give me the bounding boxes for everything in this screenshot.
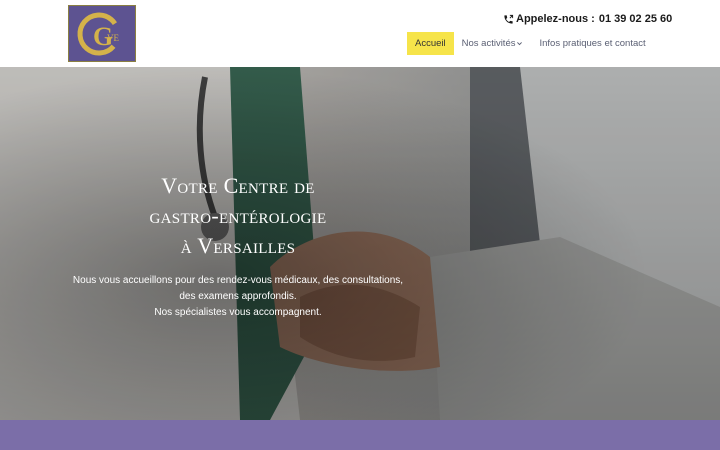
hero-title-line: gastro-entérologie [149,203,327,228]
hero-text-line: Nos spécialistes vous accompagnent. [154,307,322,318]
site-header: G VE Appelez-nous : 01 39 02 25 60 Accue… [0,0,720,67]
main-nav: Accueil Nos activités Infos pratiques et… [407,32,654,55]
hero-text-line: des examens approfondis. [179,291,297,302]
nav-item-label: Accueil [415,38,446,49]
nav-item-infos[interactable]: Infos pratiques et contact [531,32,653,55]
hero-title-line: à Versailles [180,233,296,258]
nav-item-activites[interactable]: Nos activités [454,32,532,55]
chevron-down-icon [516,40,523,47]
phone-number[interactable]: 01 39 02 25 60 [599,13,672,25]
purple-section-band [0,420,720,450]
nav-item-label: Nos activités [461,38,516,49]
hero-text-line: Nous vous accueillons pour des rendez-vo… [72,275,404,286]
hero-title: Votre Centre de gastro-entérologie à Ver… [98,171,378,261]
phone-icon [503,14,514,25]
nav-item-accueil[interactable]: Accueil [407,32,454,55]
logo-emblem: G VE [69,6,135,61]
svg-text:VE: VE [107,33,119,43]
phone-contact[interactable]: Appelez-nous : 01 39 02 25 60 [503,12,672,26]
hero-title-line: Votre Centre de [161,173,315,198]
logo[interactable]: G VE [68,5,136,62]
phone-label: Appelez-nous : [516,13,595,25]
nav-item-label: Infos pratiques et contact [539,38,646,49]
hero-description: Nous vous accueillons pour des rendez-vo… [58,273,418,321]
hero-banner: Votre Centre de gastro-entérologie à Ver… [0,67,720,420]
